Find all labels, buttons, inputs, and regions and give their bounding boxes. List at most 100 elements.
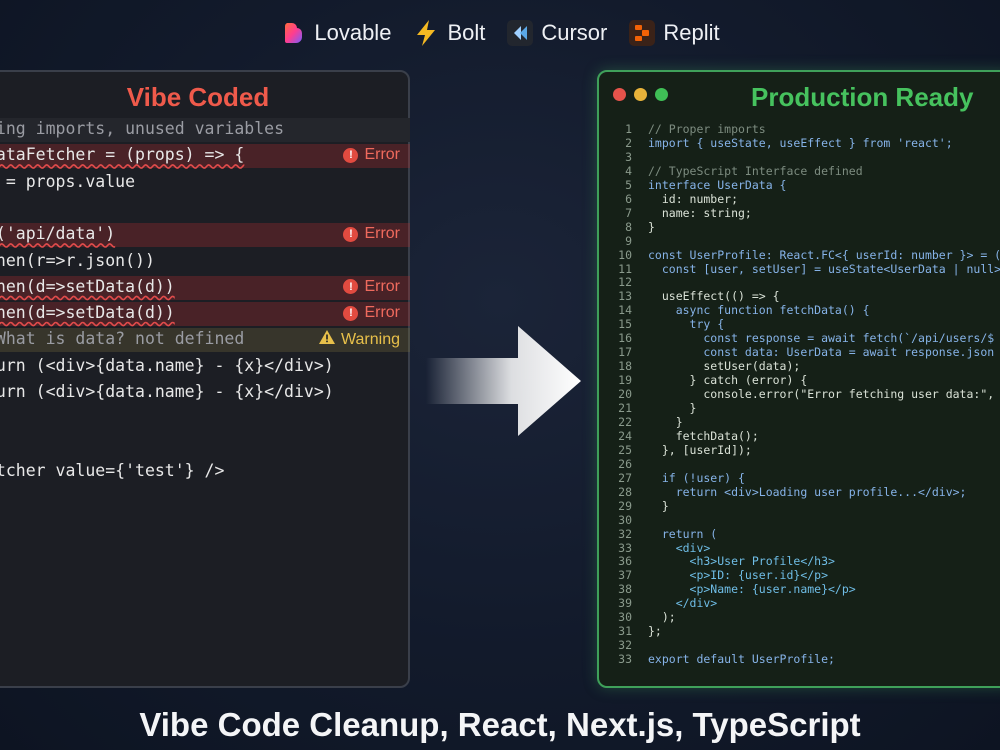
code-text: const UserProfile: React.FC<{ userId: nu…	[648, 247, 1000, 262]
code-text: name: string;	[648, 205, 752, 220]
close-dot	[613, 88, 626, 101]
code-text: // TypeScript Interface defined	[648, 163, 863, 178]
warning-badge: Warning	[319, 330, 400, 349]
code-text: return <div>Loading user profile...</div…	[648, 484, 967, 499]
code-text: async function fetchData() {	[648, 303, 870, 318]
code-text: };	[648, 624, 662, 639]
line-number: 24	[618, 428, 632, 443]
line-number: 1	[625, 122, 632, 136]
line-number: 3	[625, 149, 632, 164]
code-line: then(d=>setData(d))! Error	[0, 275, 410, 300]
error-icon: !	[343, 226, 359, 242]
line-number: 2	[625, 135, 632, 150]
badge-label: Error	[364, 225, 400, 243]
brand-name: Replit	[663, 20, 720, 45]
code-text: const data: UserData = await response.js…	[648, 345, 995, 360]
code-line: What is data? not defined Warning	[0, 328, 410, 353]
code-text: useEffect(() => {	[648, 289, 780, 304]
code-text: const response = await fetch(`/api/users…	[648, 331, 995, 346]
badge-label: Error	[364, 304, 400, 322]
code-line: DataFetcher = (props) => { ! Error	[0, 144, 410, 169]
line-number: 22	[618, 414, 632, 429]
code-text: <h3>User Profile</h3>	[648, 554, 835, 569]
line-number: 28	[618, 484, 632, 499]
line-number: 20	[618, 387, 632, 402]
code-text: if (!user) {	[648, 470, 745, 485]
code-text: }	[648, 498, 669, 513]
code-text: return (	[648, 526, 718, 541]
line-number: 29	[618, 498, 632, 513]
code-text: export default UserProfile;	[648, 652, 835, 667]
line-number: 13	[618, 289, 632, 304]
headline: Vibe Code Cleanup, React, Next.js, TypeS…	[139, 706, 861, 743]
code-text: }	[648, 219, 655, 234]
cursor-icon	[507, 20, 534, 46]
line-number: 9	[625, 233, 632, 248]
code-text: x = props.value	[0, 171, 136, 191]
code-text: <div>	[648, 540, 711, 555]
code-text: interface UserData {	[648, 177, 787, 192]
line-number: 26	[618, 456, 632, 471]
code-text: <p>Name: {user.name}</p>	[648, 582, 856, 597]
code-text: import { useState, useEffect } from 'rea…	[648, 135, 953, 150]
code-text: // Proper imports	[648, 122, 766, 136]
error-icon: !	[343, 147, 359, 163]
code-text: }	[648, 401, 697, 415]
code-text: } catch (error) {	[648, 373, 808, 388]
window-controls	[613, 88, 668, 101]
line-number: 32	[618, 638, 632, 653]
brand-cursor: Cursor	[507, 20, 607, 46]
code-text: );	[648, 610, 676, 625]
code-text: sing imports, unused variables	[0, 119, 285, 138]
code-text: etcher value={'test'} />	[0, 460, 225, 480]
code-text: DataFetcher = (props) => {	[0, 145, 245, 165]
code-text: What is data? not defined	[0, 329, 245, 349]
error-badge: ! Error	[343, 225, 400, 243]
line-number: 36	[618, 554, 632, 569]
line-number: 6	[625, 191, 632, 206]
code-line: then(d=>setData(d))! Error	[0, 302, 410, 327]
line-number: 14	[618, 303, 632, 318]
heart-gradient-icon	[280, 20, 306, 46]
code-line: x = props.value	[0, 171, 410, 195]
code-text: then(d=>setData(d))	[0, 276, 175, 296]
error-badge: ! Error	[343, 146, 400, 164]
error-icon: !	[343, 305, 359, 321]
replit-icon	[629, 20, 656, 46]
line-number: 30	[618, 512, 632, 527]
code-text: const [user, setUser] = useState<UserDat…	[648, 261, 1000, 276]
code-line: then(r=>r.json())	[0, 250, 410, 274]
maximize-dot	[655, 88, 668, 101]
line-number: 32	[618, 526, 632, 541]
code-line: etcher value={'test'} />	[0, 460, 410, 484]
code-line: sing imports, unused variables	[0, 118, 410, 142]
brand-lovable: Lovable	[280, 20, 391, 46]
code-text: turn (<div>{data.name} - {x}</div>)	[0, 382, 334, 401]
line-number: 8	[625, 219, 632, 234]
brand-name: Bolt	[447, 20, 486, 45]
code-text: </div>	[648, 596, 718, 611]
minimize-dot	[634, 88, 647, 101]
brand-replit: Replit	[629, 20, 720, 46]
vibe-coded-title: Vibe Coded	[126, 82, 270, 112]
code-text: then(r=>r.json())	[0, 250, 155, 270]
code-line: h('api/data')! Error	[0, 223, 410, 248]
line-number: 10	[618, 247, 632, 262]
code-text: then(d=>setData(d))	[0, 303, 175, 323]
line-number: 11	[618, 261, 632, 276]
code-text: console.error("Error fetching user data:…	[648, 387, 995, 402]
line-number: 16	[618, 331, 632, 346]
warning-icon	[319, 330, 336, 349]
line-number: 17	[618, 345, 632, 360]
line-number: 12	[618, 275, 632, 290]
line-number: 4	[625, 163, 632, 178]
production-ready-title: Production Ready	[751, 82, 974, 112]
line-number: 7	[625, 205, 632, 220]
brand-bar: Lovable Bolt Cursor Replit	[0, 14, 1000, 52]
lightning-icon	[413, 20, 439, 46]
line-number: 15	[618, 317, 632, 332]
code-text: }	[648, 414, 683, 429]
line-number: 38	[618, 582, 632, 597]
brand-bolt: Bolt	[413, 20, 485, 46]
